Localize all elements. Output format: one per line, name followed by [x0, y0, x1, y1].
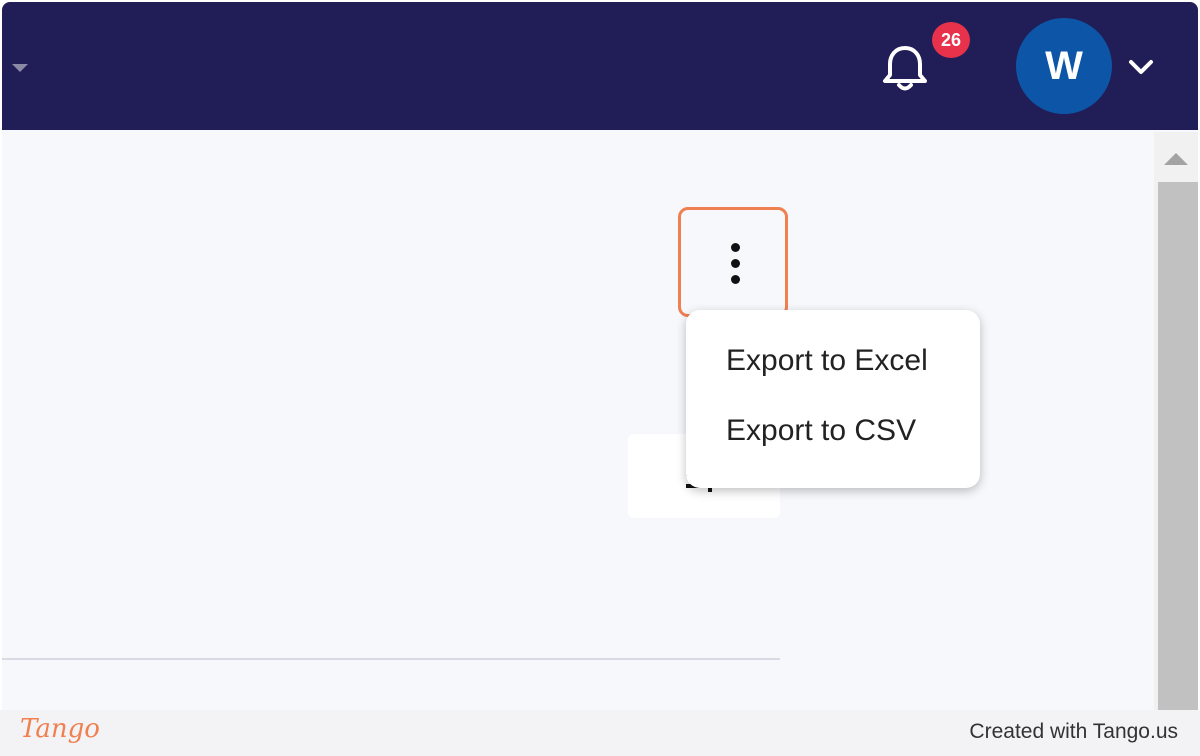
vertical-scrollbar[interactable] — [1154, 132, 1198, 710]
more-vertical-icon-dot — [731, 275, 740, 284]
scrollbar-thumb[interactable] — [1158, 182, 1198, 710]
export-menu: Export to Excel Export to CSV — [686, 310, 980, 488]
content-divider — [2, 658, 780, 660]
notification-badge: 26 — [932, 22, 970, 58]
more-options-button[interactable] — [678, 207, 788, 317]
bell-icon[interactable] — [878, 42, 932, 94]
created-with-credit: Created with Tango.us — [969, 720, 1178, 743]
more-vertical-icon-dot — [731, 259, 740, 268]
tango-footer: Tango Created with Tango.us — [0, 710, 1200, 756]
app-window: 26 W Export to Excel Export to CSV — [2, 2, 1198, 710]
user-avatar[interactable]: W — [1016, 18, 1112, 114]
caret-down-icon[interactable] — [12, 64, 28, 74]
chevron-down-icon[interactable] — [1128, 58, 1154, 76]
export-csv-menu-item[interactable]: Export to CSV — [726, 414, 916, 448]
tango-logo: Tango — [20, 714, 100, 744]
export-excel-menu-item[interactable]: Export to Excel — [726, 344, 928, 378]
scroll-up-arrow-icon[interactable] — [1164, 152, 1188, 166]
top-navigation-bar: 26 W — [2, 2, 1198, 130]
more-vertical-icon — [731, 243, 740, 252]
